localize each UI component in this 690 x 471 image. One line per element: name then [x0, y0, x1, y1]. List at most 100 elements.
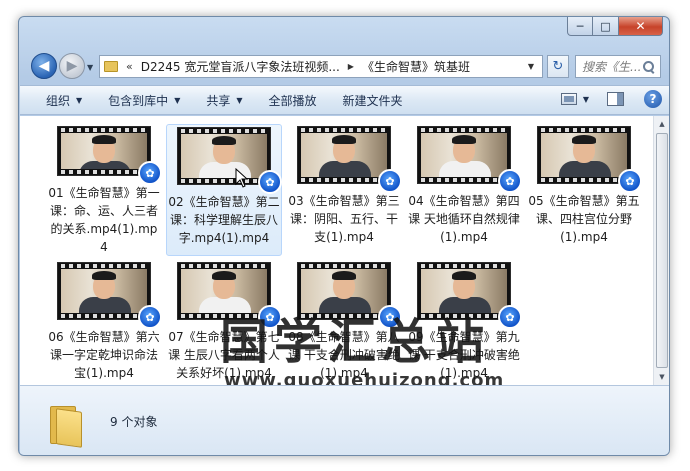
filmstrip-edge: [421, 264, 507, 268]
address-overflow-chevron[interactable]: «: [126, 60, 133, 73]
file-name: 04《生命智慧》第四课 天地循环自然规律(1).mp4: [408, 194, 520, 244]
person-face: [332, 135, 356, 163]
filmstrip-edge: [61, 128, 147, 132]
scrollbar-thumb[interactable]: [656, 133, 668, 368]
video-thumbnail: ✿: [177, 127, 282, 194]
minimize-icon: ─: [576, 19, 584, 33]
file-name: 05《生命智慧》第五课、四柱宫位分野(1).mp4: [528, 194, 640, 244]
video-frame: [541, 133, 627, 177]
file-item[interactable]: ✿ 06《生命智慧》第六课一字定乾坤识命法宝(1).mp4: [46, 260, 162, 392]
new-folder-button[interactable]: 新建文件夹: [343, 92, 403, 109]
scroll-up-icon[interactable]: ▲: [654, 116, 669, 132]
file-item[interactable]: ✿ 01《生命智慧》第一课：命、运、人三者的关系.mp4(1).mp4: [46, 124, 162, 256]
file-name: 01《生命智慧》第一课：命、运、人三者的关系.mp4(1).mp4: [48, 186, 160, 254]
filmstrip-edge: [301, 264, 387, 268]
view-options-dropdown[interactable]: ▼: [583, 95, 589, 104]
preview-pane-icon[interactable]: [607, 92, 624, 106]
vertical-scrollbar[interactable]: ▲ ▼: [653, 116, 669, 385]
media-player-icon: ✿: [378, 169, 402, 193]
person-face: [92, 271, 116, 299]
search-input[interactable]: 搜索《生...: [582, 58, 640, 75]
video-thumbnail: ✿: [417, 126, 522, 193]
media-player-icon: ✿: [498, 305, 522, 329]
caption-buttons: ─ □ ✕: [567, 17, 663, 36]
file-item[interactable]: ✿ 04《生命智慧》第四课 天地循环自然规律(1).mp4: [406, 124, 522, 256]
file-item[interactable]: ✿ 05《生命智慧》第五课、四柱宫位分野(1).mp4: [526, 124, 642, 256]
explorer-window: ─ □ ✕ ◀ ▶ ▼ « D2245 宽元堂盲派八字象法班视频... ▶ 《生…: [18, 16, 670, 456]
file-item[interactable]: ✿ 02《生命智慧》第二课：科学理解生辰八字.mp4(1).mp4: [166, 124, 282, 256]
address-dropdown-icon[interactable]: ▼: [528, 62, 534, 71]
folder-icon: [104, 61, 118, 72]
video-frame: [61, 269, 147, 313]
close-icon: ✕: [635, 19, 646, 33]
watermark-text: 国学汇总站: [220, 314, 491, 370]
file-list[interactable]: ✿ 01《生命智慧》第一课：命、运、人三者的关系.mp4(1).mp4 ✿ 02《生命…: [20, 116, 653, 391]
filmstrip-edge: [61, 314, 147, 318]
filmstrip-edge: [181, 264, 267, 268]
new-folder-label: 新建文件夹: [342, 93, 403, 108]
media-player-icon: ✿: [498, 169, 522, 193]
person-face: [212, 136, 236, 164]
breadcrumb-parent[interactable]: D2245 宽元堂盲派八字象法班视频...: [141, 58, 340, 75]
address-bar[interactable]: « D2245 宽元堂盲派八字象法班视频... ▶ 《生命智慧》筑基班 ▼: [99, 55, 543, 78]
person-face: [452, 271, 476, 299]
back-button[interactable]: ◀: [31, 53, 57, 79]
scroll-down-icon[interactable]: ▼: [654, 369, 669, 385]
filmstrip-edge: [301, 128, 387, 132]
organize-label: 组织: [46, 93, 71, 108]
maximize-icon: □: [600, 19, 611, 33]
share-label: 共享: [206, 93, 231, 108]
video-frame: [181, 134, 267, 178]
include-in-library-label: 包含到库中: [108, 93, 169, 108]
person-face: [332, 271, 356, 299]
video-thumbnail: ✿: [57, 126, 162, 185]
person-body: [439, 161, 491, 177]
person-face: [92, 135, 116, 163]
include-in-library-menu[interactable]: 包含到库中 ▼: [108, 92, 180, 109]
help-icon[interactable]: ?: [644, 90, 662, 108]
play-all-label: 全部播放: [268, 93, 317, 108]
filmstrip-edge: [61, 170, 147, 174]
play-all-button[interactable]: 全部播放: [269, 92, 317, 109]
share-menu[interactable]: 共享 ▼: [206, 92, 242, 109]
filmstrip-edge: [181, 129, 267, 133]
change-view-icon[interactable]: [560, 93, 577, 105]
breadcrumb-current[interactable]: 《生命智慧》筑基班: [362, 58, 470, 75]
media-player-icon: ✿: [258, 170, 282, 194]
chevron-down-icon: ▼: [236, 95, 243, 105]
media-player-icon: ✿: [138, 161, 162, 185]
person-face: [452, 135, 476, 163]
filmstrip-edge: [421, 128, 507, 132]
search-box[interactable]: 搜索《生...: [575, 55, 661, 78]
person-face: [572, 135, 596, 163]
arrow-right-icon: ▶: [66, 58, 78, 74]
filmstrip-edge: [421, 178, 507, 182]
organize-menu[interactable]: 组织 ▼: [46, 92, 82, 109]
video-frame: [61, 133, 147, 169]
chevron-down-icon: ▼: [174, 95, 181, 105]
forward-button[interactable]: ▶: [59, 53, 85, 79]
navigation-bar: ◀ ▶ ▼ « D2245 宽元堂盲派八字象法班视频... ▶ 《生命智慧》筑基…: [29, 53, 661, 83]
person-body: [559, 161, 611, 177]
video-thumbnail: ✿: [297, 126, 402, 193]
close-button[interactable]: ✕: [619, 17, 663, 36]
mouse-cursor-icon: [235, 168, 249, 188]
item-count: 9 个对象: [110, 415, 158, 429]
media-player-icon: ✿: [618, 169, 642, 193]
refresh-button[interactable]: ↻: [547, 55, 569, 78]
filmstrip-edge: [61, 264, 147, 268]
arrow-left-icon: ◀: [38, 58, 50, 74]
minimize-button[interactable]: ─: [567, 17, 593, 36]
person-face: [212, 271, 236, 299]
maximize-button[interactable]: □: [593, 17, 619, 36]
file-name: 03《生命智慧》第三课：阴阳、五行、干支(1).mp4: [288, 194, 400, 244]
search-icon: [642, 60, 656, 74]
filmstrip-edge: [541, 128, 627, 132]
breadcrumb-separator-icon[interactable]: ▶: [348, 62, 354, 71]
folder-icon: [50, 406, 86, 448]
toolbar-right: ▼ ?: [560, 90, 662, 108]
recent-pages-dropdown[interactable]: ▼: [87, 63, 93, 72]
file-name: 06《生命智慧》第六课一字定乾坤识命法宝(1).mp4: [48, 330, 160, 380]
file-item[interactable]: ✿ 03《生命智慧》第三课：阴阳、五行、干支(1).mp4: [286, 124, 402, 256]
filmstrip-edge: [301, 178, 387, 182]
